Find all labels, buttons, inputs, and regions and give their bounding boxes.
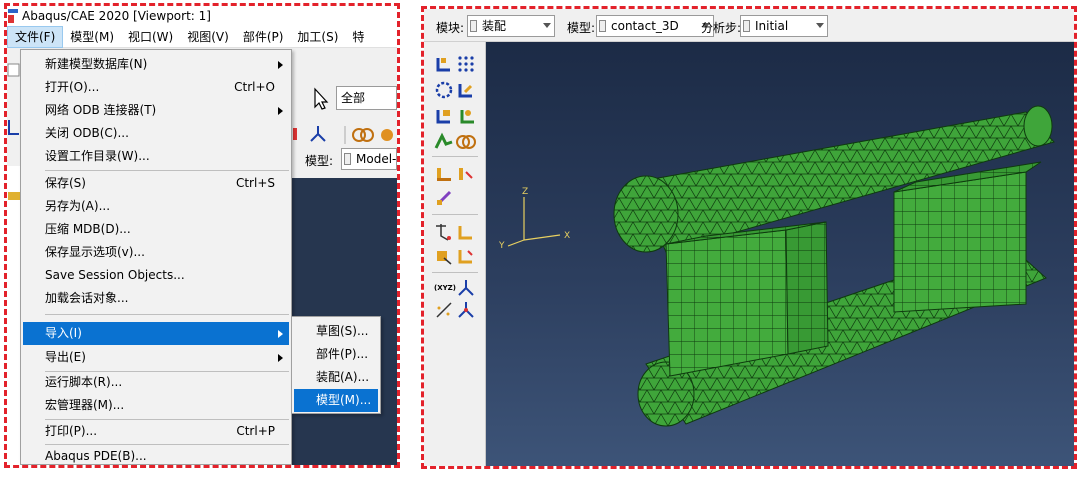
highlight-frame-left <box>4 3 400 468</box>
highlight-frame-right <box>421 6 1077 469</box>
